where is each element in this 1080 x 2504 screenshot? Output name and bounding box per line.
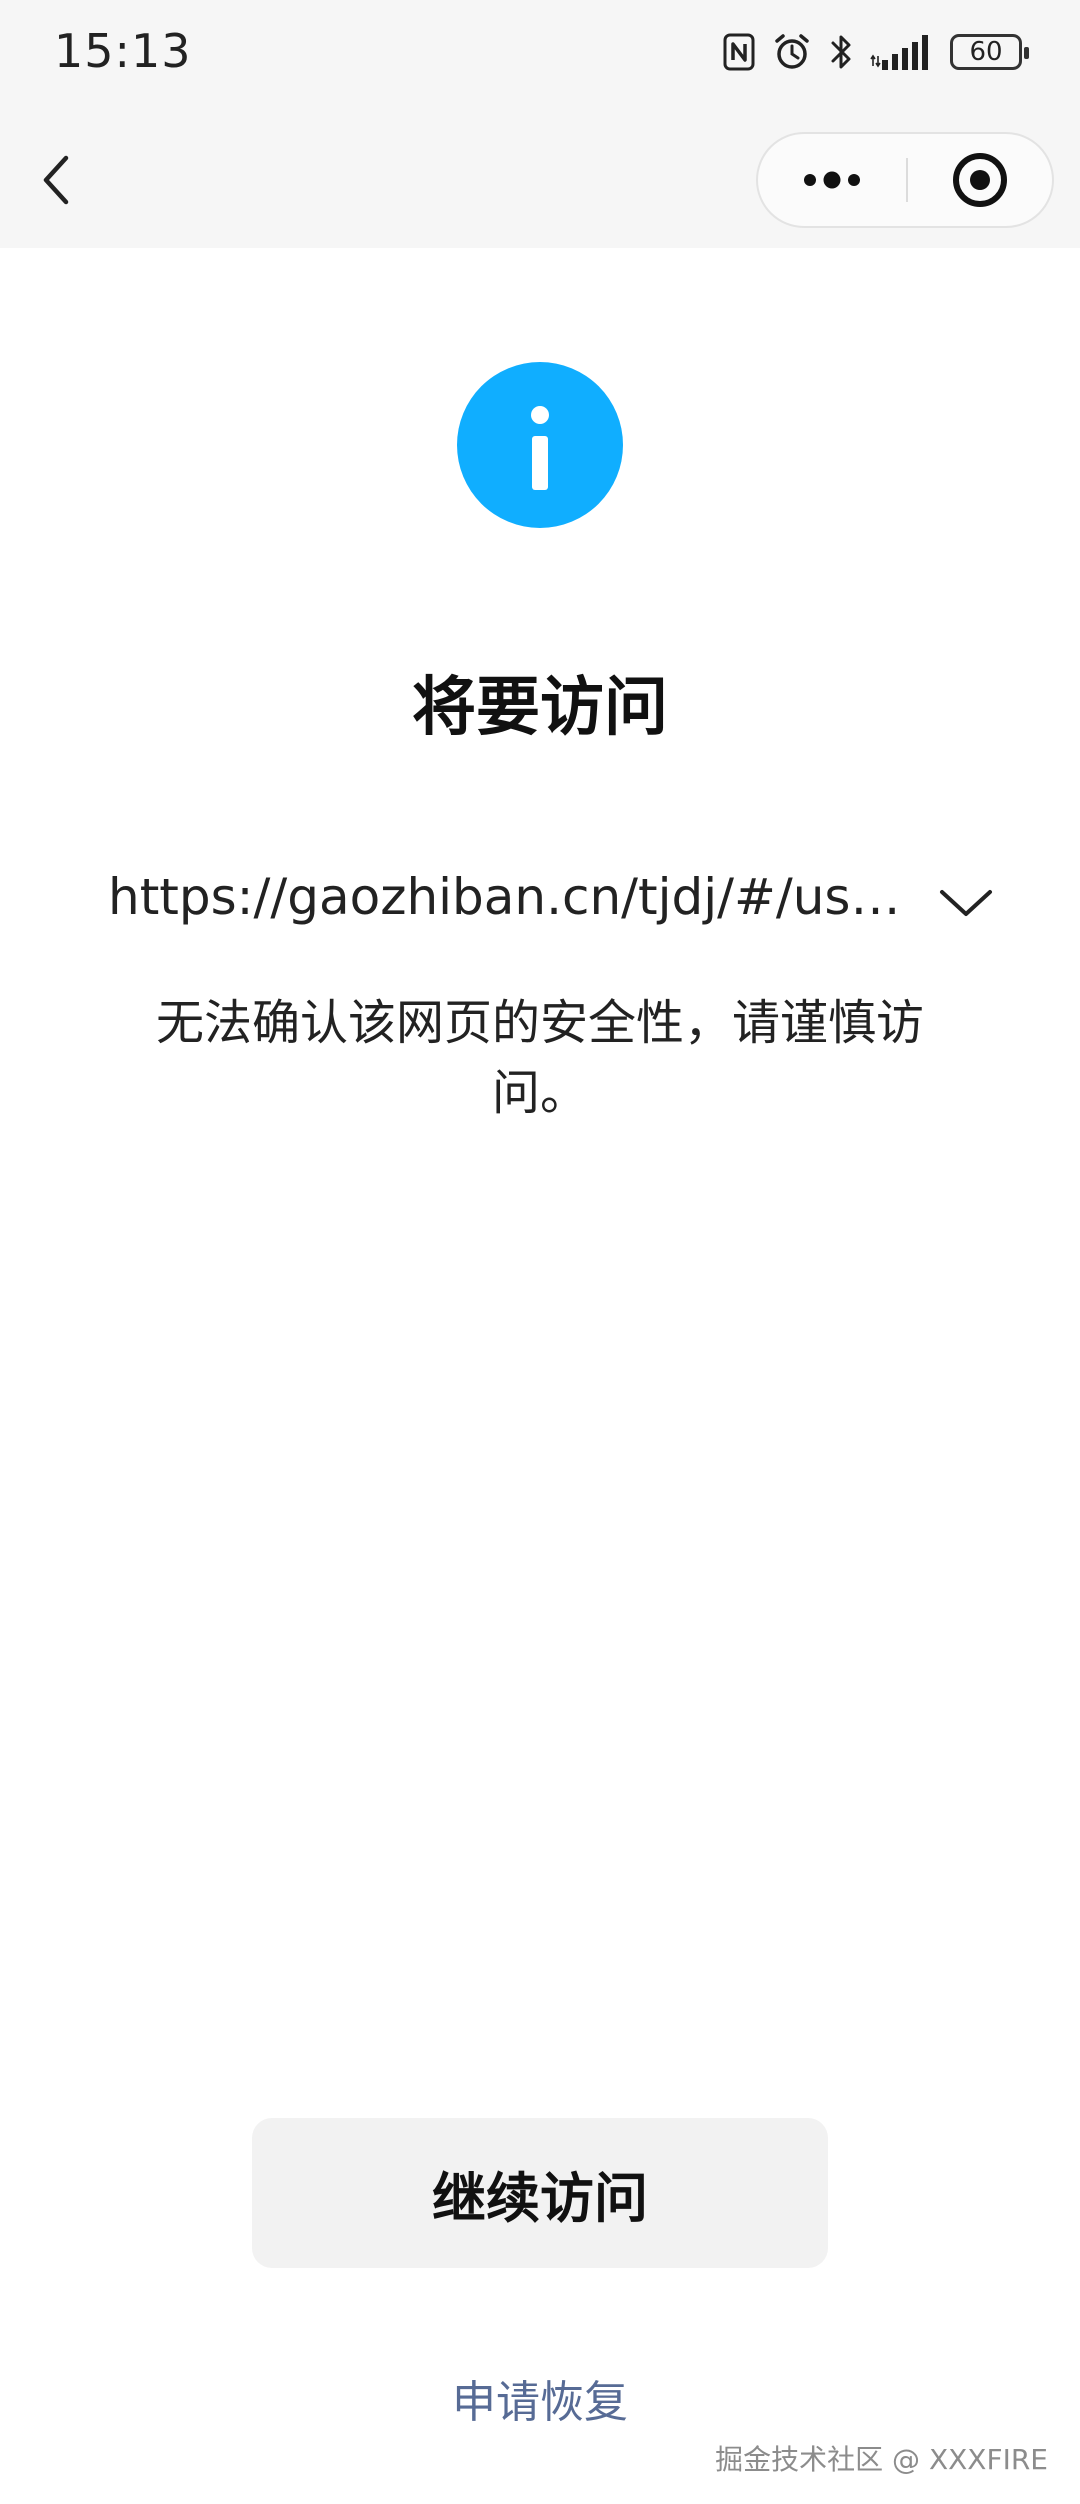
appeal-restore-link[interactable]: 申请恢复: [0, 2366, 1080, 2430]
top-bar: 15:13 60: [0, 0, 1080, 248]
status-icons: 60: [722, 28, 1029, 76]
url-row: https://gaozhiban.cn/tjdj/#/user...: [108, 864, 992, 936]
warning-text: 无法确认该网页的安全性，请谨慎访问。: [155, 995, 924, 1121]
more-button[interactable]: [758, 134, 906, 226]
status-time: 15:13: [54, 24, 192, 78]
battery-level: 60: [969, 37, 1003, 67]
nfc-icon: [722, 32, 756, 72]
continue-visit-button[interactable]: 继续访问: [252, 2118, 828, 2268]
alarm-icon: [772, 32, 812, 72]
chevron-left-icon: [43, 155, 69, 205]
signal-icon: [870, 32, 934, 72]
expand-url-button[interactable]: [936, 872, 996, 932]
info-icon: [457, 362, 623, 528]
page: 15:13 60 将要访问 https://gaozhiban.cn/tjdj/…: [0, 0, 1080, 2504]
close-button[interactable]: [908, 134, 1052, 226]
info-dot: [531, 406, 549, 424]
target-circle-icon: [953, 153, 1007, 207]
mini-program-capsule: [756, 132, 1054, 228]
back-button[interactable]: [36, 150, 80, 210]
battery-icon: 60: [950, 34, 1029, 70]
info-bar: [532, 436, 548, 490]
more-dots-icon: [804, 171, 860, 189]
watermark: 掘金技术社区 @ XXXFIRE: [715, 2443, 1048, 2476]
chevron-down-icon: [940, 890, 992, 916]
bluetooth-icon: [828, 32, 854, 72]
page-title: 将要访问: [412, 671, 668, 745]
url-text: https://gaozhiban.cn/tjdj/#/user...: [108, 868, 928, 926]
